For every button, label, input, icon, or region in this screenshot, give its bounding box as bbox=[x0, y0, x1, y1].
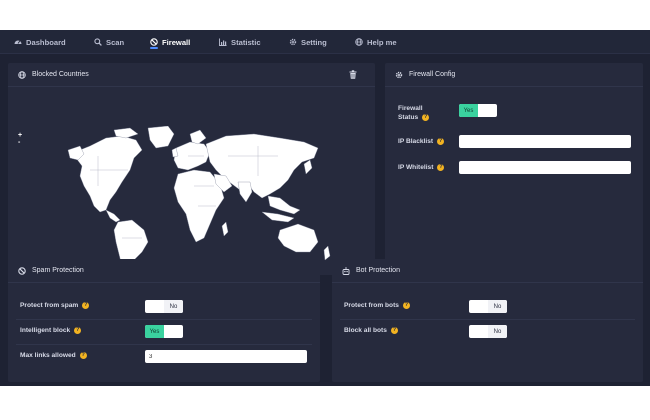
max-links-label: Max links allowed? bbox=[20, 351, 87, 360]
toggle-knob bbox=[145, 300, 164, 313]
map-india[interactable] bbox=[237, 181, 253, 203]
map-madagascar[interactable] bbox=[221, 221, 229, 237]
ip-whitelist-input[interactable] bbox=[459, 161, 631, 174]
nav-label-setting: Setting bbox=[301, 37, 327, 47]
help-icon[interactable]: ? bbox=[437, 137, 445, 145]
block-all-bots-toggle[interactable]: No bbox=[469, 325, 507, 338]
ip-blacklist-label: IP Blacklist? bbox=[398, 137, 445, 146]
ip-whitelist-label: IP Whitelist? bbox=[398, 163, 445, 172]
toggle-knob bbox=[478, 104, 497, 117]
firewall-config-card: Firewall Config Firewall Status? Yes IP … bbox=[385, 63, 643, 275]
toggle-knob bbox=[164, 325, 183, 338]
app-window: Dashboard Scan Firewall Statistic Settin… bbox=[0, 30, 650, 386]
bot-protection-card: Bot Protection Protect from bots? No Blo… bbox=[332, 259, 643, 382]
active-nav-indicator bbox=[150, 47, 158, 49]
spam-protection-header: Spam Protection bbox=[8, 259, 320, 283]
nav-item-dashboard[interactable]: Dashboard bbox=[14, 36, 66, 48]
nav-item-help[interactable]: Help me bbox=[355, 36, 397, 48]
firewall-status-label-text: Status bbox=[398, 114, 419, 121]
protect-spam-label: Protect from spam? bbox=[20, 301, 90, 310]
nav-label-statistic: Statistic bbox=[231, 37, 261, 47]
block-all-bots-label-text: Block all bots bbox=[344, 327, 387, 334]
max-links-input[interactable] bbox=[145, 350, 307, 363]
bot-protection-header: Bot Protection bbox=[332, 259, 643, 283]
firewall-config-header: Firewall Config bbox=[385, 63, 643, 87]
ip-whitelist-label-text: IP Whitelist bbox=[398, 164, 434, 171]
toggle-knob bbox=[469, 300, 488, 313]
bot-protection-title: Bot Protection bbox=[356, 267, 400, 274]
map-australia[interactable] bbox=[277, 223, 319, 253]
max-links-label-text: Max links allowed bbox=[20, 352, 76, 359]
map-scandinavia[interactable] bbox=[189, 129, 207, 145]
gear-icon bbox=[289, 38, 297, 46]
intelligent-block-toggle[interactable]: Yes bbox=[145, 325, 183, 338]
toggle-no: No bbox=[164, 300, 183, 313]
firewall-status-toggle[interactable]: Yes bbox=[459, 104, 497, 117]
ban-icon bbox=[18, 266, 26, 275]
help-icon[interactable]: ? bbox=[390, 326, 398, 334]
firewall-config-title: Firewall Config bbox=[409, 71, 456, 78]
bar-chart-icon bbox=[219, 38, 227, 46]
robot-icon bbox=[342, 266, 350, 275]
toggle-yes: Yes bbox=[145, 325, 164, 338]
top-navigation: Dashboard Scan Firewall Statistic Settin… bbox=[0, 30, 650, 54]
nav-label-firewall: Firewall bbox=[162, 37, 191, 47]
spam-protection-card: Spam Protection Protect from spam? No In… bbox=[8, 259, 320, 382]
blocked-countries-title: Blocked Countries bbox=[32, 71, 89, 78]
ban-icon bbox=[150, 38, 158, 46]
help-icon[interactable]: ? bbox=[402, 301, 410, 309]
spam-protection-title: Spam Protection bbox=[32, 267, 84, 274]
nav-item-setting[interactable]: Setting bbox=[289, 36, 327, 48]
map-southeast-asia[interactable] bbox=[267, 195, 301, 215]
firewall-status-label-line2: Status? bbox=[398, 113, 430, 122]
blocked-countries-header: Blocked Countries bbox=[8, 63, 375, 87]
help-icon[interactable]: ? bbox=[79, 351, 87, 359]
toggle-yes: Yes bbox=[459, 104, 478, 117]
help-icon[interactable]: ? bbox=[74, 326, 82, 334]
toggle-knob bbox=[469, 325, 488, 338]
row-divider bbox=[16, 344, 312, 345]
nav-label-scan: Scan bbox=[106, 37, 125, 47]
intelligent-block-label: Intelligent block? bbox=[20, 326, 82, 335]
firewall-status-label-line1: Firewall bbox=[398, 105, 423, 112]
row-divider bbox=[340, 319, 635, 320]
ip-blacklist-label-text: IP Blacklist bbox=[398, 138, 434, 145]
protect-bots-toggle[interactable]: No bbox=[469, 300, 507, 313]
help-icon[interactable]: ? bbox=[82, 301, 90, 309]
toggle-no: No bbox=[488, 325, 507, 338]
trash-icon[interactable] bbox=[349, 70, 357, 79]
map-central-america[interactable] bbox=[105, 209, 121, 223]
ip-blacklist-input[interactable] bbox=[459, 135, 631, 148]
nav-label-help: Help me bbox=[367, 37, 397, 47]
protect-bots-label-text: Protect from bots bbox=[344, 302, 399, 309]
map-new-zealand[interactable] bbox=[323, 245, 331, 261]
search-icon bbox=[94, 38, 102, 46]
globe-icon bbox=[355, 38, 363, 46]
nav-item-statistic[interactable]: Statistic bbox=[219, 36, 261, 48]
map-north-america[interactable] bbox=[75, 135, 143, 213]
toggle-no: No bbox=[488, 300, 507, 313]
nav-item-scan[interactable]: Scan bbox=[94, 36, 124, 48]
help-icon[interactable]: ? bbox=[437, 163, 445, 171]
block-all-bots-label: Block all bots? bbox=[344, 326, 398, 335]
protect-spam-label-text: Protect from spam bbox=[20, 302, 79, 309]
help-icon[interactable]: ? bbox=[422, 113, 430, 121]
globe-icon bbox=[18, 70, 26, 79]
intelligent-block-label-text: Intelligent block bbox=[20, 327, 71, 334]
map-canada-arctic[interactable] bbox=[113, 127, 139, 139]
row-divider bbox=[16, 319, 312, 320]
map-indonesia[interactable] bbox=[261, 211, 295, 223]
nav-label-dashboard: Dashboard bbox=[26, 37, 66, 47]
protect-bots-label: Protect from bots? bbox=[344, 301, 410, 310]
dashboard-icon bbox=[14, 40, 22, 44]
gear-icon bbox=[395, 71, 403, 78]
protect-spam-toggle[interactable]: No bbox=[145, 300, 183, 313]
map-japan[interactable] bbox=[303, 159, 313, 175]
world-map[interactable] bbox=[18, 126, 338, 276]
firewall-status-label: Firewall Status? bbox=[398, 104, 430, 122]
map-greenland[interactable] bbox=[147, 126, 175, 149]
